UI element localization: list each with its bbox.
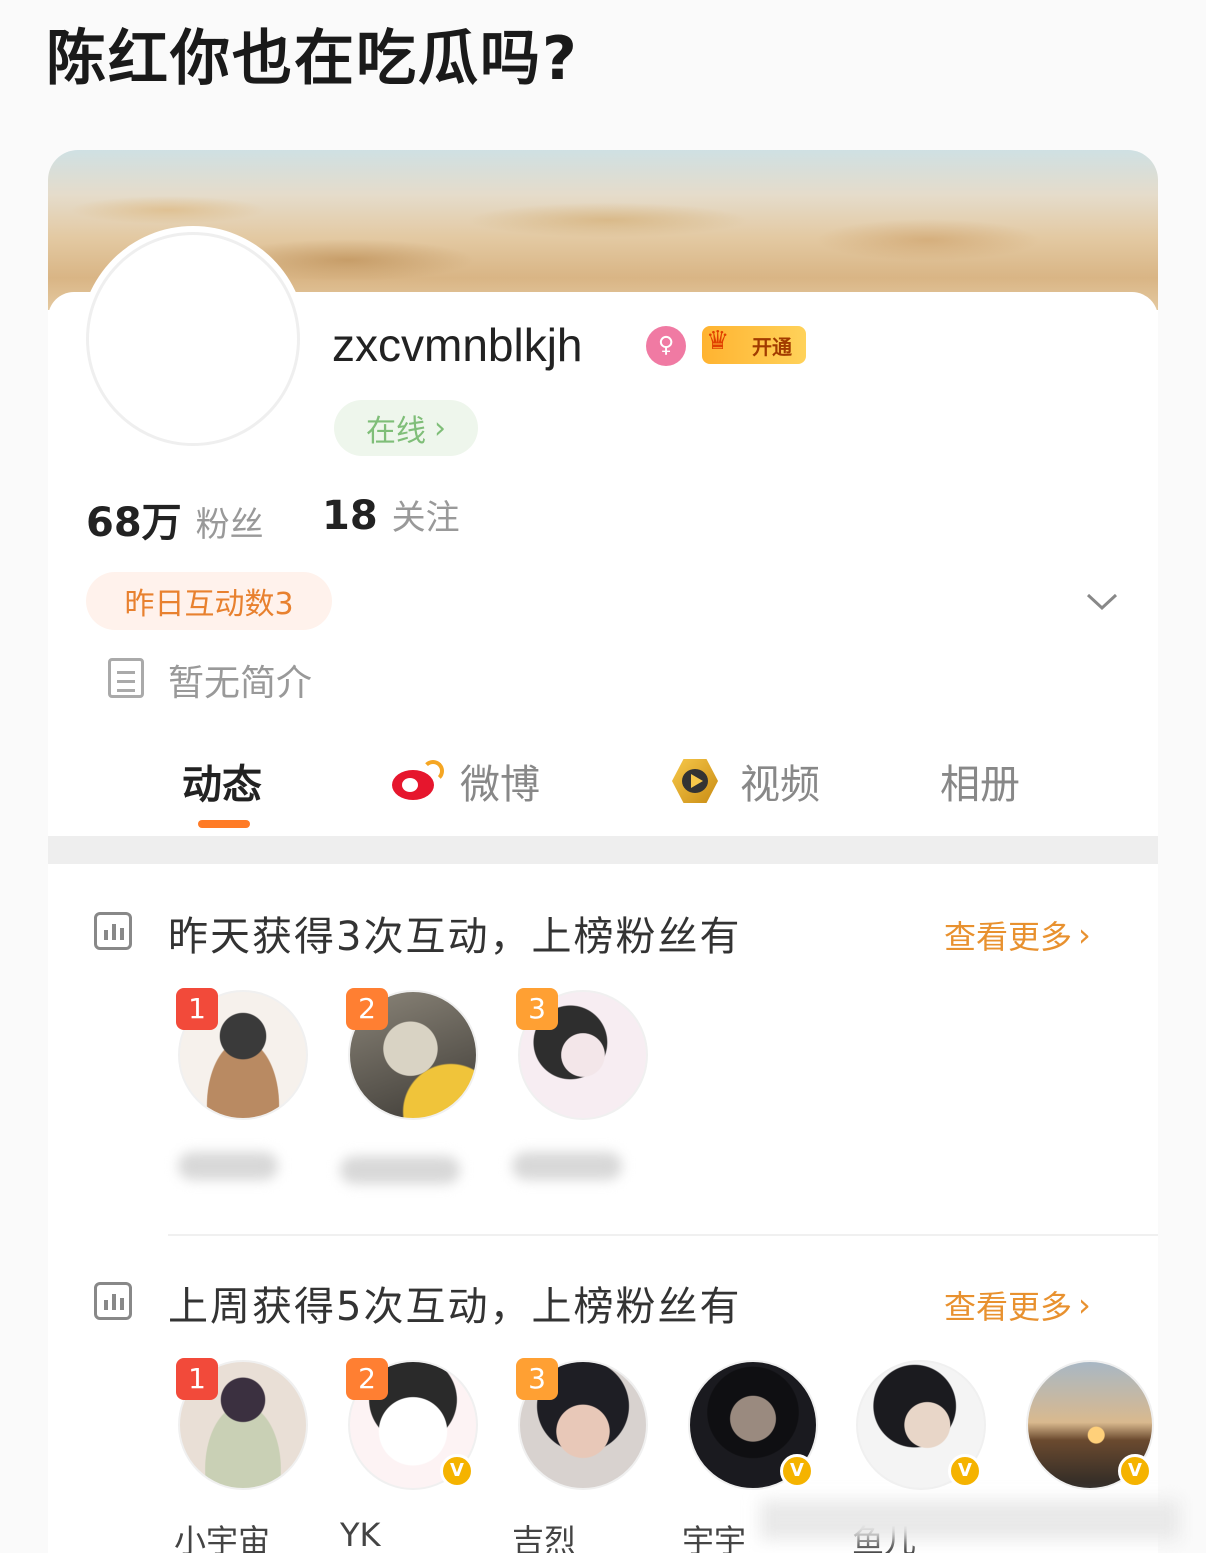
tab-weibo-label: 微博: [460, 762, 540, 808]
section-divider: [48, 836, 1158, 864]
profile-username: zxcvmnblkjh: [332, 319, 583, 371]
verified-icon: V: [1118, 1454, 1152, 1488]
fan-name: 吉烈: [512, 1522, 577, 1553]
tab-active-indicator: [198, 820, 250, 828]
tab-video-label: 视频: [740, 762, 820, 808]
crown-icon: ♛: [706, 326, 730, 356]
rank-badge-2: 2: [346, 1358, 388, 1400]
tab-dynamics-label: 动态: [182, 762, 262, 808]
verified-icon: V: [780, 1454, 814, 1488]
online-status-button[interactable]: 在线 ›: [334, 400, 478, 456]
see-more-label: 查看更多: [944, 918, 1073, 956]
fans-count[interactable]: 68万 粉丝: [86, 490, 264, 548]
fan-name: 小宇宙: [174, 1522, 271, 1553]
chevron-right-icon: ›: [1078, 1286, 1091, 1324]
weibo-icon: [390, 760, 444, 802]
see-more-label: 查看更多: [944, 1288, 1073, 1326]
vip-open-button[interactable]: ♛ 开通: [702, 326, 806, 364]
fan-name-blurred: [512, 1152, 622, 1180]
following-count-label: 关注: [391, 498, 460, 538]
watermark-blur: [760, 1500, 1180, 1540]
chevron-right-icon: ›: [1078, 916, 1091, 954]
tab-album-label: 相册: [940, 762, 1020, 808]
rank-badge-1: 1: [176, 988, 218, 1030]
rank-badge-3: 3: [516, 1358, 558, 1400]
post-title: 陈红你也在吃瓜吗?: [46, 24, 579, 94]
last-week-fans-title: 上周获得5次互动，上榜粉丝有: [168, 1284, 742, 1330]
vip-open-label: 开通: [752, 334, 792, 359]
interaction-count-badge[interactable]: 昨日互动数3: [86, 572, 332, 630]
tab-video[interactable]: 视频: [666, 752, 820, 810]
profile-bio: 暂无简介: [168, 663, 313, 704]
chart-icon: [94, 1282, 132, 1320]
see-more-yesterday-link[interactable]: 查看更多 ›: [944, 912, 1091, 958]
rank-badge-3: 3: [516, 988, 558, 1030]
see-more-last-week-link[interactable]: 查看更多 ›: [944, 1282, 1091, 1328]
yesterday-fans-title: 昨天获得3次互动，上榜粉丝有: [168, 914, 742, 960]
fans-count-value: 68万: [86, 500, 182, 546]
chart-icon: [94, 912, 132, 950]
fan-name-blurred: [340, 1156, 460, 1184]
rank-badge-2: 2: [346, 988, 388, 1030]
following-count[interactable]: 18 关注: [322, 490, 460, 539]
chevron-right-icon: ›: [434, 410, 446, 446]
online-status-label: 在线: [366, 414, 426, 449]
following-count-value: 18: [322, 493, 378, 539]
row-divider: [168, 1234, 1158, 1236]
female-icon: ♀: [646, 326, 686, 366]
document-icon: [108, 658, 144, 698]
tab-dynamics[interactable]: 动态: [182, 752, 262, 810]
profile-avatar[interactable]: [86, 232, 300, 446]
verified-icon: V: [440, 1454, 474, 1488]
fan-name-blurred: [178, 1152, 278, 1180]
video-icon: [666, 757, 724, 805]
chevron-down-icon[interactable]: [1084, 586, 1120, 611]
verified-icon: V: [948, 1454, 982, 1488]
fans-count-label: 粉丝: [195, 505, 264, 545]
rank-badge-1: 1: [176, 1358, 218, 1400]
fan-name: YK: [340, 1516, 381, 1553]
tab-album[interactable]: 相册: [940, 752, 1020, 810]
tab-weibo[interactable]: 微博: [390, 752, 540, 810]
